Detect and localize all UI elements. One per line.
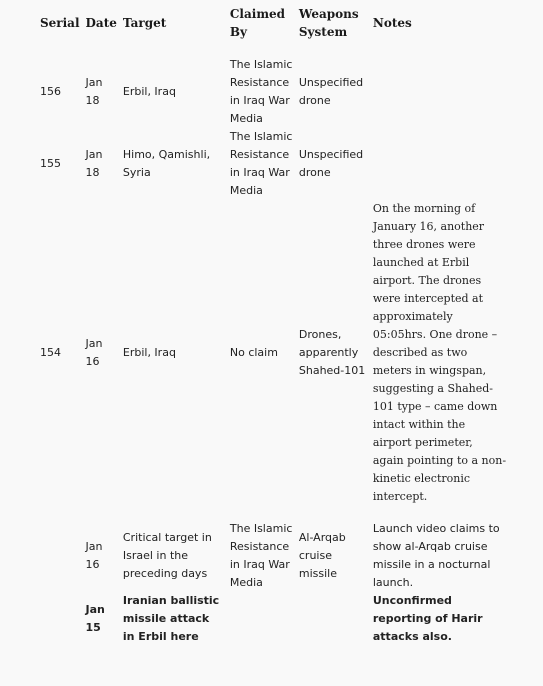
header-weapons-system: Weapons System: [298, 7, 359, 39]
cell-target: Erbil, Iraq: [122, 346, 176, 359]
cell-notes: [370, 56, 510, 128]
cell-weapons-system: Drones, apparently Shahed-101: [298, 328, 366, 377]
table-row: Jan 16 Critical target in Israel in the …: [37, 520, 510, 592]
table-row: 154 Jan 16 Erbil, Iraq No claim Drones, …: [37, 200, 510, 506]
header-date: Date: [85, 16, 117, 30]
cell-serial: 155: [40, 157, 61, 170]
cell-weapons-system: Unspecified drone: [298, 76, 364, 107]
header-notes: Notes: [372, 16, 412, 30]
cell-date: Jan 16: [85, 540, 103, 571]
header-claimed-by: Claimed By: [229, 7, 286, 39]
table-row: Jan 15 Iranian ballistic missile attack …: [37, 592, 510, 646]
cell-serial: 156: [40, 85, 61, 98]
cell-target: Iranian ballistic missile attack in Erbi…: [122, 594, 220, 643]
cell-notes: Unconfirmed reporting of Harir attacks a…: [372, 594, 483, 643]
cell-weapons-system: Unspecified drone: [298, 148, 364, 179]
cell-notes: Launch video claims to show al-Arqab cru…: [372, 522, 500, 589]
attacks-table: Serial Date Target Claimed By Weapons Sy…: [37, 4, 510, 646]
cell-serial: 154: [40, 346, 61, 359]
table-header-row: Serial Date Target Claimed By Weapons Sy…: [37, 4, 510, 42]
cell-weapons-system: Al-Arqab cruise missile: [298, 531, 346, 580]
cell-date: Jan 18: [85, 148, 103, 179]
cell-claimed-by: [227, 592, 296, 646]
spacer-row: [37, 506, 510, 520]
cell-notes: [370, 128, 510, 200]
header-target: Target: [122, 16, 167, 30]
table-row: 156 Jan 18 Erbil, Iraq The Islamic Resis…: [37, 56, 510, 128]
cell-notes: On the morning of January 16, another th…: [372, 202, 507, 503]
cell-date: Jan 18: [85, 76, 103, 107]
cell-target: Critical target in Israel in the precedi…: [122, 531, 212, 580]
header-serial: Serial: [40, 16, 80, 30]
cell-claimed-by: The Islamic Resistance in Iraq War Media: [229, 58, 293, 125]
cell-target: Himo, Qamishli, Syria: [122, 148, 211, 179]
cell-claimed-by: The Islamic Resistance in Iraq War Media: [229, 130, 293, 197]
cell-date: Jan 16: [85, 337, 103, 368]
cell-serial: [37, 520, 83, 592]
table-row: 155 Jan 18 Himo, Qamishli, Syria The Isl…: [37, 128, 510, 200]
spacer-row: [37, 42, 510, 56]
cell-weapons-system: [296, 592, 370, 646]
cell-serial: [37, 592, 83, 646]
cell-date: Jan 15: [85, 603, 105, 634]
cell-claimed-by: The Islamic Resistance in Iraq War Media: [229, 522, 293, 589]
cell-target: Erbil, Iraq: [122, 85, 176, 98]
cell-claimed-by: No claim: [229, 346, 278, 359]
